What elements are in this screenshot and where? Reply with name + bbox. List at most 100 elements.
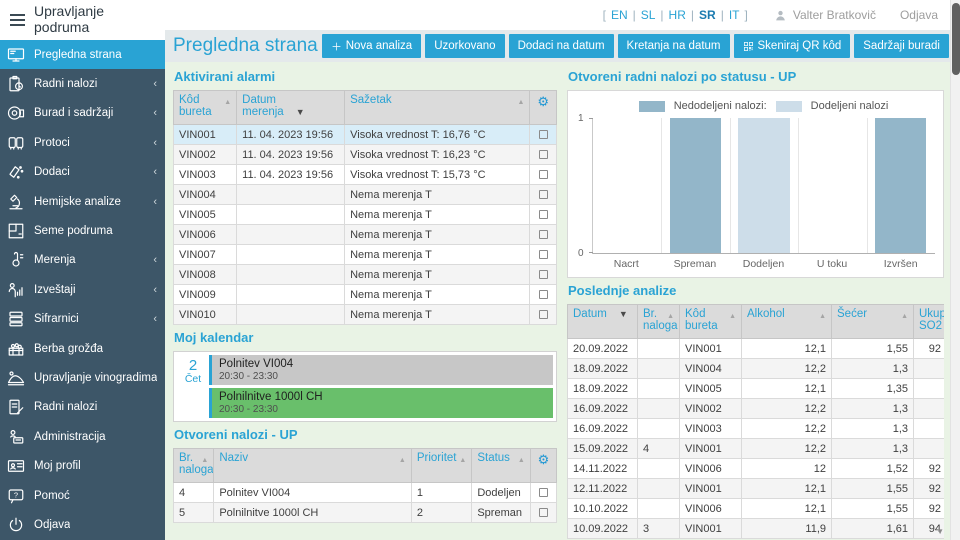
sidebar-item-pomo[interactable]: ? Pomoć — [0, 481, 165, 510]
sidebar-item-ifrarnici[interactable]: Šifrarnici ‹ — [0, 305, 165, 334]
sidebar-item-odjava[interactable]: Odjava — [0, 510, 165, 539]
analysis-row[interactable]: 16.09.2022 VIN003 12,2 1,3 — [567, 418, 944, 439]
alarm-col-sa-etak[interactable]: ▲ Sažetak — [344, 90, 531, 125]
chevron-left-icon: ‹ — [153, 195, 157, 208]
lang-sr[interactable]: SR — [699, 8, 716, 22]
sort-desc-icon: ▼ — [618, 309, 628, 319]
row-checkbox[interactable] — [538, 230, 548, 239]
sidebar-item-administracija[interactable]: Administracija — [0, 422, 165, 451]
chart-plot: 01 — [578, 113, 935, 259]
order-col-naziv[interactable]: ▲ Naziv — [213, 448, 412, 483]
lang-sl[interactable]: SL — [641, 8, 656, 22]
row-checkbox[interactable] — [538, 270, 548, 279]
analysis-row[interactable]: 18.09.2022 VIN005 12,1 1,35 — [567, 378, 944, 399]
alarm-col-k-d-bureta[interactable]: ▲ Kôd bureta — [172, 90, 238, 125]
button-nova-analiza[interactable]: Nova analiza — [321, 34, 422, 58]
sidebar-item-hemijske-analize[interactable]: Hemijske analize ‹ — [0, 187, 165, 216]
button-skeniraj-qr-k-d[interactable]: Skeniraj QR kôd — [733, 34, 851, 58]
analysis-cell: 12.11.2022 — [567, 478, 638, 499]
sidebar-item-moj-profil[interactable]: Moj profil — [0, 451, 165, 480]
analysis-row[interactable]: 12.11.2022 VIN001 12,1 1,55 92 — [567, 478, 944, 499]
analysis-cell: 1,61 — [831, 518, 914, 539]
alarm-col-datum-merenja[interactable]: Datum merenja ▼ — [236, 90, 346, 125]
lang-it[interactable]: IT — [729, 8, 740, 22]
sidebar-item-eme-podruma[interactable]: Šeme podruma — [0, 216, 165, 245]
analysis-col-datum[interactable]: Datum ▼ — [567, 304, 638, 339]
order-col-br-naloga[interactable]: ▲ Br. naloga — [172, 448, 215, 483]
alarm-row[interactable]: VIN001 11. 04. 2023 19:56 Visoka vrednost … — [172, 124, 557, 145]
analysis-col-k-d-bureta[interactable]: ▲ Kôd bureta — [679, 304, 742, 339]
row-checkbox[interactable] — [538, 290, 548, 299]
column-label: Datum merenja — [242, 94, 284, 118]
calendar-event[interactable]: Polnilnitve 1000l CH 20:30 - 23:30 — [209, 388, 553, 418]
order-row[interactable]: 5 Polnilnitve 1000l CH 2 Spreman — [172, 502, 558, 523]
sidebar-item-berba-gro-a[interactable]: Berba grožđa — [0, 334, 165, 363]
row-checkbox[interactable] — [538, 250, 548, 259]
calendar-events: Polnitev VI004 20:30 - 23:30 Polnilnitve 1… — [209, 355, 553, 418]
sidebar-item-radni-nalozi[interactable]: Radni nalozi ‹ — [0, 69, 165, 98]
sidebar-item-dodaci[interactable]: Dodaci ‹ — [0, 158, 165, 187]
alarm-row[interactable]: VIN007 Nema merenja T — [172, 244, 557, 265]
analysis-cell: 92 — [913, 338, 944, 359]
alarm-row[interactable]: VIN006 Nema merenja T — [172, 224, 557, 245]
analysis-row[interactable]: 10.09.2022 3 VIN001 11,9 1,61 94 — [567, 518, 944, 539]
analysis-row[interactable]: 10.10.2022 VIN006 12,1 1,55 92 — [567, 498, 944, 519]
button-sadr-aji-buradi[interactable]: Sadržaji buradi — [854, 34, 949, 58]
analysis-col-ukup-so2[interactable]: ▲Ukup SO2 — [913, 304, 944, 339]
analysis-row[interactable]: 20.09.2022 VIN001 12,1 1,55 92 — [567, 338, 944, 359]
row-checkbox[interactable] — [538, 488, 548, 497]
alarm-row[interactable]: VIN005 Nema merenja T — [172, 204, 557, 225]
row-checkbox[interactable] — [538, 508, 548, 517]
order-col-prioritet[interactable]: ▲ Prioritet — [410, 448, 473, 483]
analysis-row[interactable]: 16.09.2022 VIN002 12,2 1,3 — [567, 398, 944, 419]
analyses-table: Datum ▼ ▲ Br. naloga ▲ Kôd bureta ▲ Alkohol ▲ Šeć… — [567, 304, 944, 539]
calendar-section-title: Moj kalendar — [174, 330, 254, 345]
alarm-cell: VIN005 — [172, 204, 238, 225]
analysis-col-e-er[interactable]: ▲ Šećer — [831, 304, 914, 339]
sidebar: Upravljanje podruma Pregledna strana Radn… — [0, 0, 165, 540]
analysis-row[interactable]: 14.11.2022 VIN006 12 1,52 92 — [567, 458, 944, 479]
row-checkbox[interactable] — [538, 130, 548, 139]
page-scrollbar[interactable] — [950, 0, 960, 540]
alarm-row[interactable]: VIN008 Nema merenja T — [172, 264, 557, 285]
analysis-col-br-naloga[interactable]: ▲ Br. naloga — [637, 304, 680, 339]
table-settings-gear-icon[interactable]: ⚙ — [529, 90, 557, 125]
analysis-row[interactable]: 18.09.2022 VIN004 12,2 1,3 — [567, 358, 944, 379]
row-checkbox[interactable] — [538, 170, 548, 179]
row-checkbox[interactable] — [538, 150, 548, 159]
alarm-row[interactable]: VIN009 Nema merenja T — [172, 284, 557, 305]
sidebar-item-burad-i-sadr-aji[interactable]: Burad i sadržaji ‹ — [0, 99, 165, 128]
alarm-row[interactable]: VIN004 Nema merenja T — [172, 184, 557, 205]
page-scrollbar-thumb[interactable] — [952, 3, 960, 75]
sidebar-item-izve-taji[interactable]: Izveštaji ‹ — [0, 275, 165, 304]
alarm-row[interactable]: VIN003 11. 04. 2023 19:56 Visoka vrednost … — [172, 164, 557, 185]
sidebar-item-pregledna-strana[interactable]: Pregledna strana — [0, 40, 165, 70]
alarm-cell: Nema merenja T — [344, 284, 531, 305]
hamburger-menu-icon[interactable] — [10, 14, 25, 26]
row-checkbox[interactable] — [538, 210, 548, 219]
lang-hr[interactable]: HR — [669, 8, 686, 22]
sidebar-item-protoci[interactable]: Protoci ‹ — [0, 128, 165, 157]
order-col-status[interactable]: ▲ Status — [471, 448, 531, 483]
lang-en[interactable]: EN — [611, 8, 628, 22]
sidebar-item-upravljanje-vinogradima[interactable]: Upravljanje vinogradima — [0, 363, 165, 392]
sidebar-item-label: Izveštaji — [34, 283, 76, 296]
logout-link[interactable]: Odjava — [900, 8, 938, 22]
analysis-col-alkohol[interactable]: ▲ Alkohol — [741, 304, 832, 339]
calendar-event[interactable]: Polnitev VI004 20:30 - 23:30 — [209, 355, 553, 385]
button-kretanja-na-datum[interactable]: Kretanja na datum — [617, 34, 730, 58]
alarm-row[interactable]: VIN010 Nema merenja T — [172, 304, 557, 325]
alarm-row[interactable]: VIN002 11. 04. 2023 19:56 Visoka vrednost … — [172, 144, 557, 165]
analysis-row[interactable]: 15.09.2022 4 VIN001 12,2 1,3 — [567, 438, 944, 459]
row-checkbox[interactable] — [538, 310, 548, 319]
order-row[interactable]: 4 Polnitev VI004 1 Dodeljen — [172, 482, 558, 503]
tanks-icon — [5, 132, 27, 154]
button-uzorkovano[interactable]: Uzorkovano — [425, 34, 505, 58]
table-scroll-down-icon[interactable]: ▼ — [936, 527, 944, 536]
row-checkbox[interactable] — [538, 190, 548, 199]
sidebar-item-merenja[interactable]: Merenja ‹ — [0, 246, 165, 275]
button-dodaci-na-datum[interactable]: Dodaci na datum — [508, 34, 614, 58]
table-settings-gear-icon[interactable]: ⚙ — [529, 448, 558, 483]
sidebar-item-radni-nalozi[interactable]: Radni nalozi — [0, 393, 165, 422]
right-column: Otvoreni radni nalozi po statusu - UP Ne… — [567, 64, 944, 540]
